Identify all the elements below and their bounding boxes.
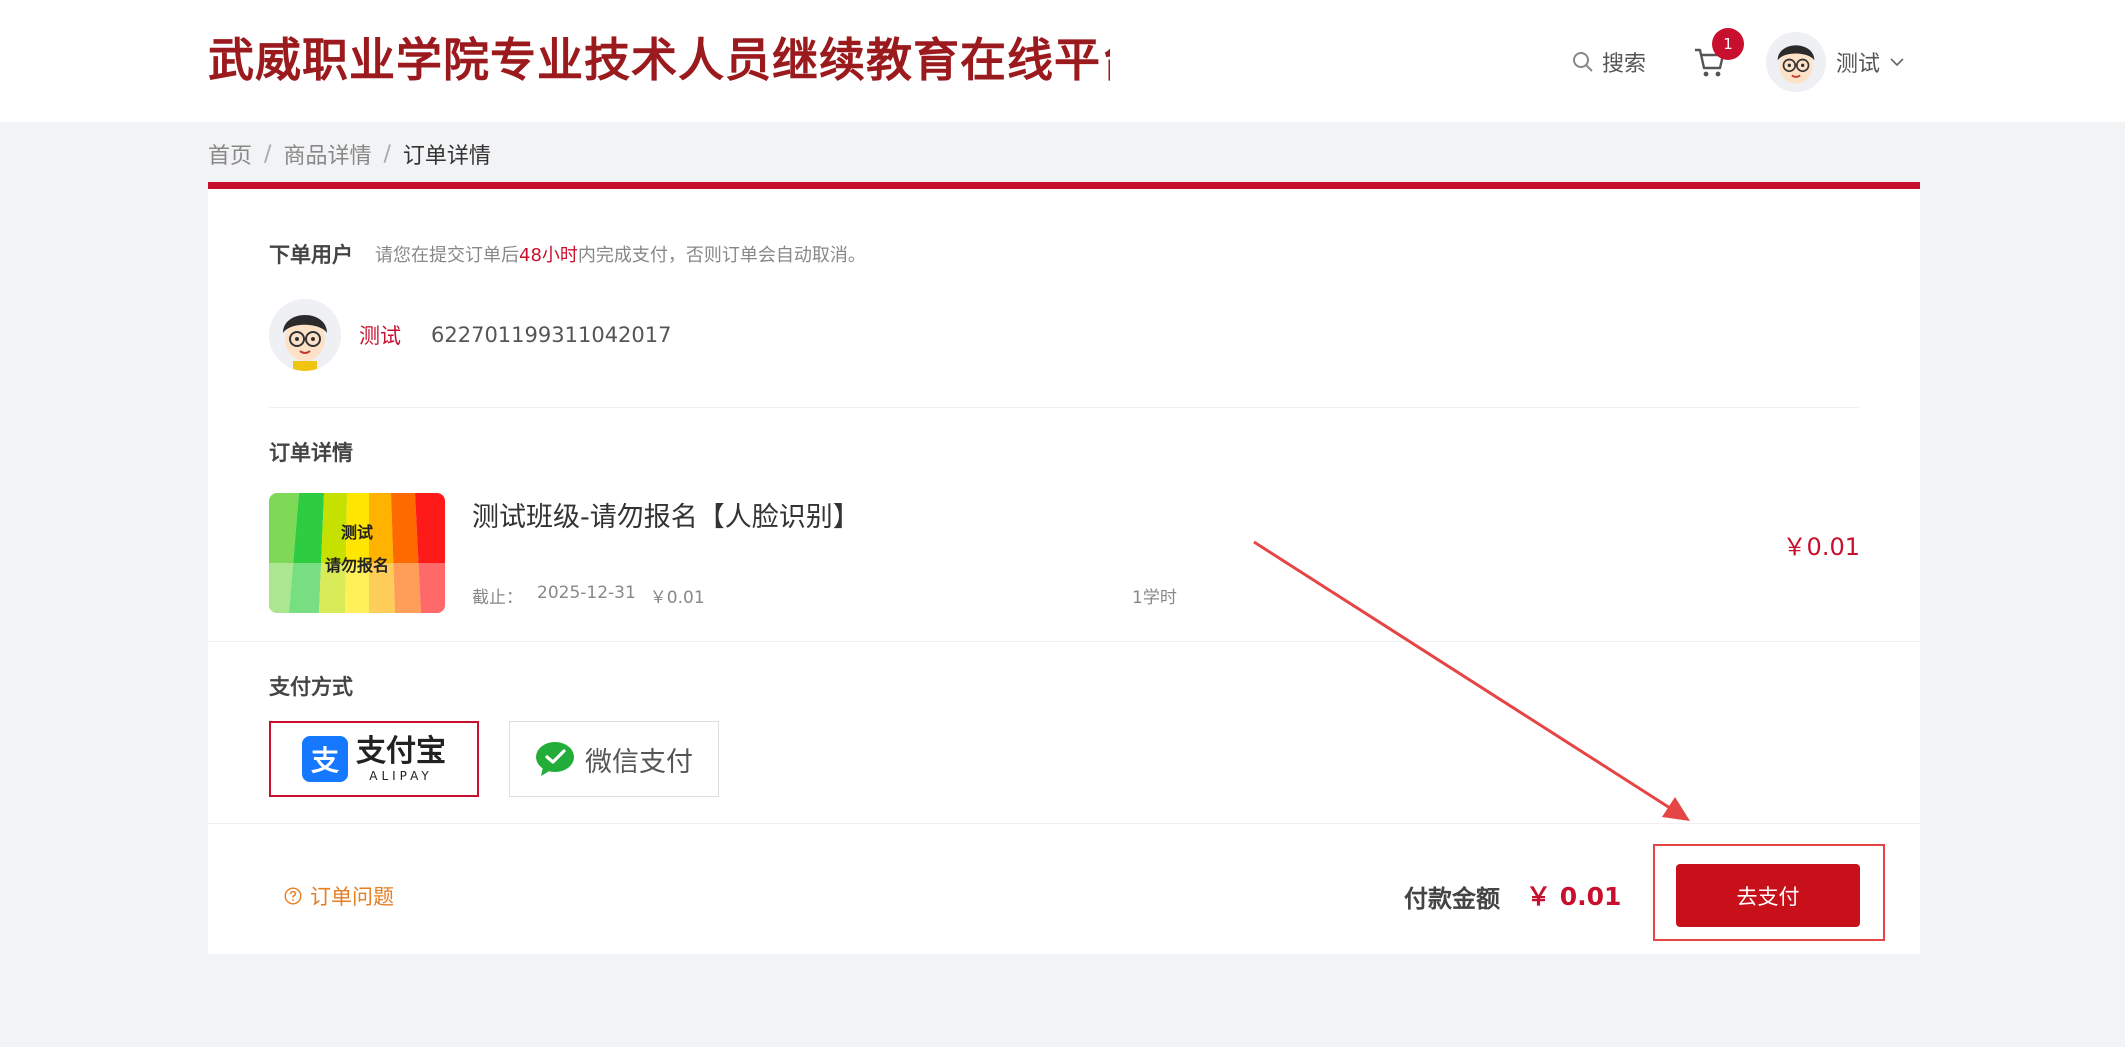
wechat-pay-icon xyxy=(536,742,574,776)
alipay-label: 支付宝 xyxy=(356,733,446,769)
breadcrumb-separator: / xyxy=(264,141,272,167)
alipay-label-en: ALIPAY xyxy=(369,768,433,783)
user-menu[interactable]: 测试 xyxy=(1766,32,1904,92)
order-issue-link[interactable]: 订单问题 xyxy=(284,881,394,911)
chevron-down-icon xyxy=(1890,58,1904,67)
payment-deadline-notice: 请您在提交订单后48小时内完成支付，否则订单会自动取消。 xyxy=(375,245,866,266)
user-name: 测试 xyxy=(1836,52,1881,77)
svg-text:支: 支 xyxy=(311,744,339,777)
divider xyxy=(208,823,1920,824)
buyer-id-number: 622701199311042017 xyxy=(431,323,672,347)
order-issue-label: 订单问题 xyxy=(310,885,394,909)
breadcrumb-current: 订单详情 xyxy=(402,144,491,169)
course-thumb-line1: 测试 xyxy=(341,523,373,542)
course-thumbnail: 测试 请勿报名 xyxy=(269,493,445,613)
search-button[interactable]: 搜索 xyxy=(1572,44,1646,80)
search-label: 搜索 xyxy=(1602,52,1647,77)
breadcrumb: 首页 / 商品详情 / 订单详情 xyxy=(208,138,491,170)
buyer-header: 下单用户 请您在提交订单后48小时内完成支付，否则订单会自动取消。 xyxy=(269,239,866,269)
buyer-section-title: 下单用户 xyxy=(269,243,353,267)
buyer-avatar xyxy=(269,299,341,371)
payment-amount-label: 付款金额 xyxy=(1404,885,1500,913)
wechat-pay-label: 微信支付 xyxy=(585,746,693,778)
site-title[interactable]: 武威职业学院专业技术人员继续教育在线平台 xyxy=(208,30,1110,90)
user-avatar xyxy=(1766,32,1826,92)
alipay-option[interactable]: 支 支付宝 ALIPAY xyxy=(269,721,479,797)
deadline-value: 2025-12-31 xyxy=(537,583,636,603)
order-card: 下单用户 请您在提交订单后48小时内完成支付，否则订单会自动取消。 测试 622… xyxy=(208,182,1920,954)
deadline-label: 截止： xyxy=(472,588,523,608)
course-thumb-line2: 请勿报名 xyxy=(325,556,389,575)
buyer-name: 测试 xyxy=(359,324,401,348)
course-hours: 1学时 xyxy=(1132,588,1177,608)
unit-price: ￥0.01 xyxy=(649,588,705,608)
order-section-title: 订单详情 xyxy=(269,441,353,465)
search-icon xyxy=(1573,52,1593,72)
annotation-highlight-box xyxy=(1653,844,1885,941)
cart-count-badge: 1 xyxy=(1712,28,1744,60)
divider xyxy=(269,407,1859,408)
wechat-pay-option[interactable]: 微信支付 xyxy=(509,721,719,797)
top-header: 武威职业学院专业技术人员继续教育在线平台 搜索 1 测试 xyxy=(0,0,2125,122)
alipay-icon: 支 xyxy=(302,736,348,782)
divider xyxy=(208,641,1920,642)
question-circle-icon xyxy=(284,887,302,905)
course-price: ￥0.01 xyxy=(1782,533,1860,561)
breadcrumb-separator: / xyxy=(383,141,391,167)
payment-amount-value: ￥ 0.01 xyxy=(1526,882,1622,911)
breadcrumb-product-detail[interactable]: 商品详情 xyxy=(283,138,371,170)
course-meta: 截止： 2025-12-31 ￥0.01 xyxy=(472,583,705,608)
breadcrumb-home[interactable]: 首页 xyxy=(208,138,252,170)
payment-section-title: 支付方式 xyxy=(269,675,353,699)
course-name[interactable]: 测试班级-请勿报名【人脸识别】 xyxy=(472,495,860,534)
buyer-info: 测试 622701199311042017 xyxy=(269,299,672,371)
